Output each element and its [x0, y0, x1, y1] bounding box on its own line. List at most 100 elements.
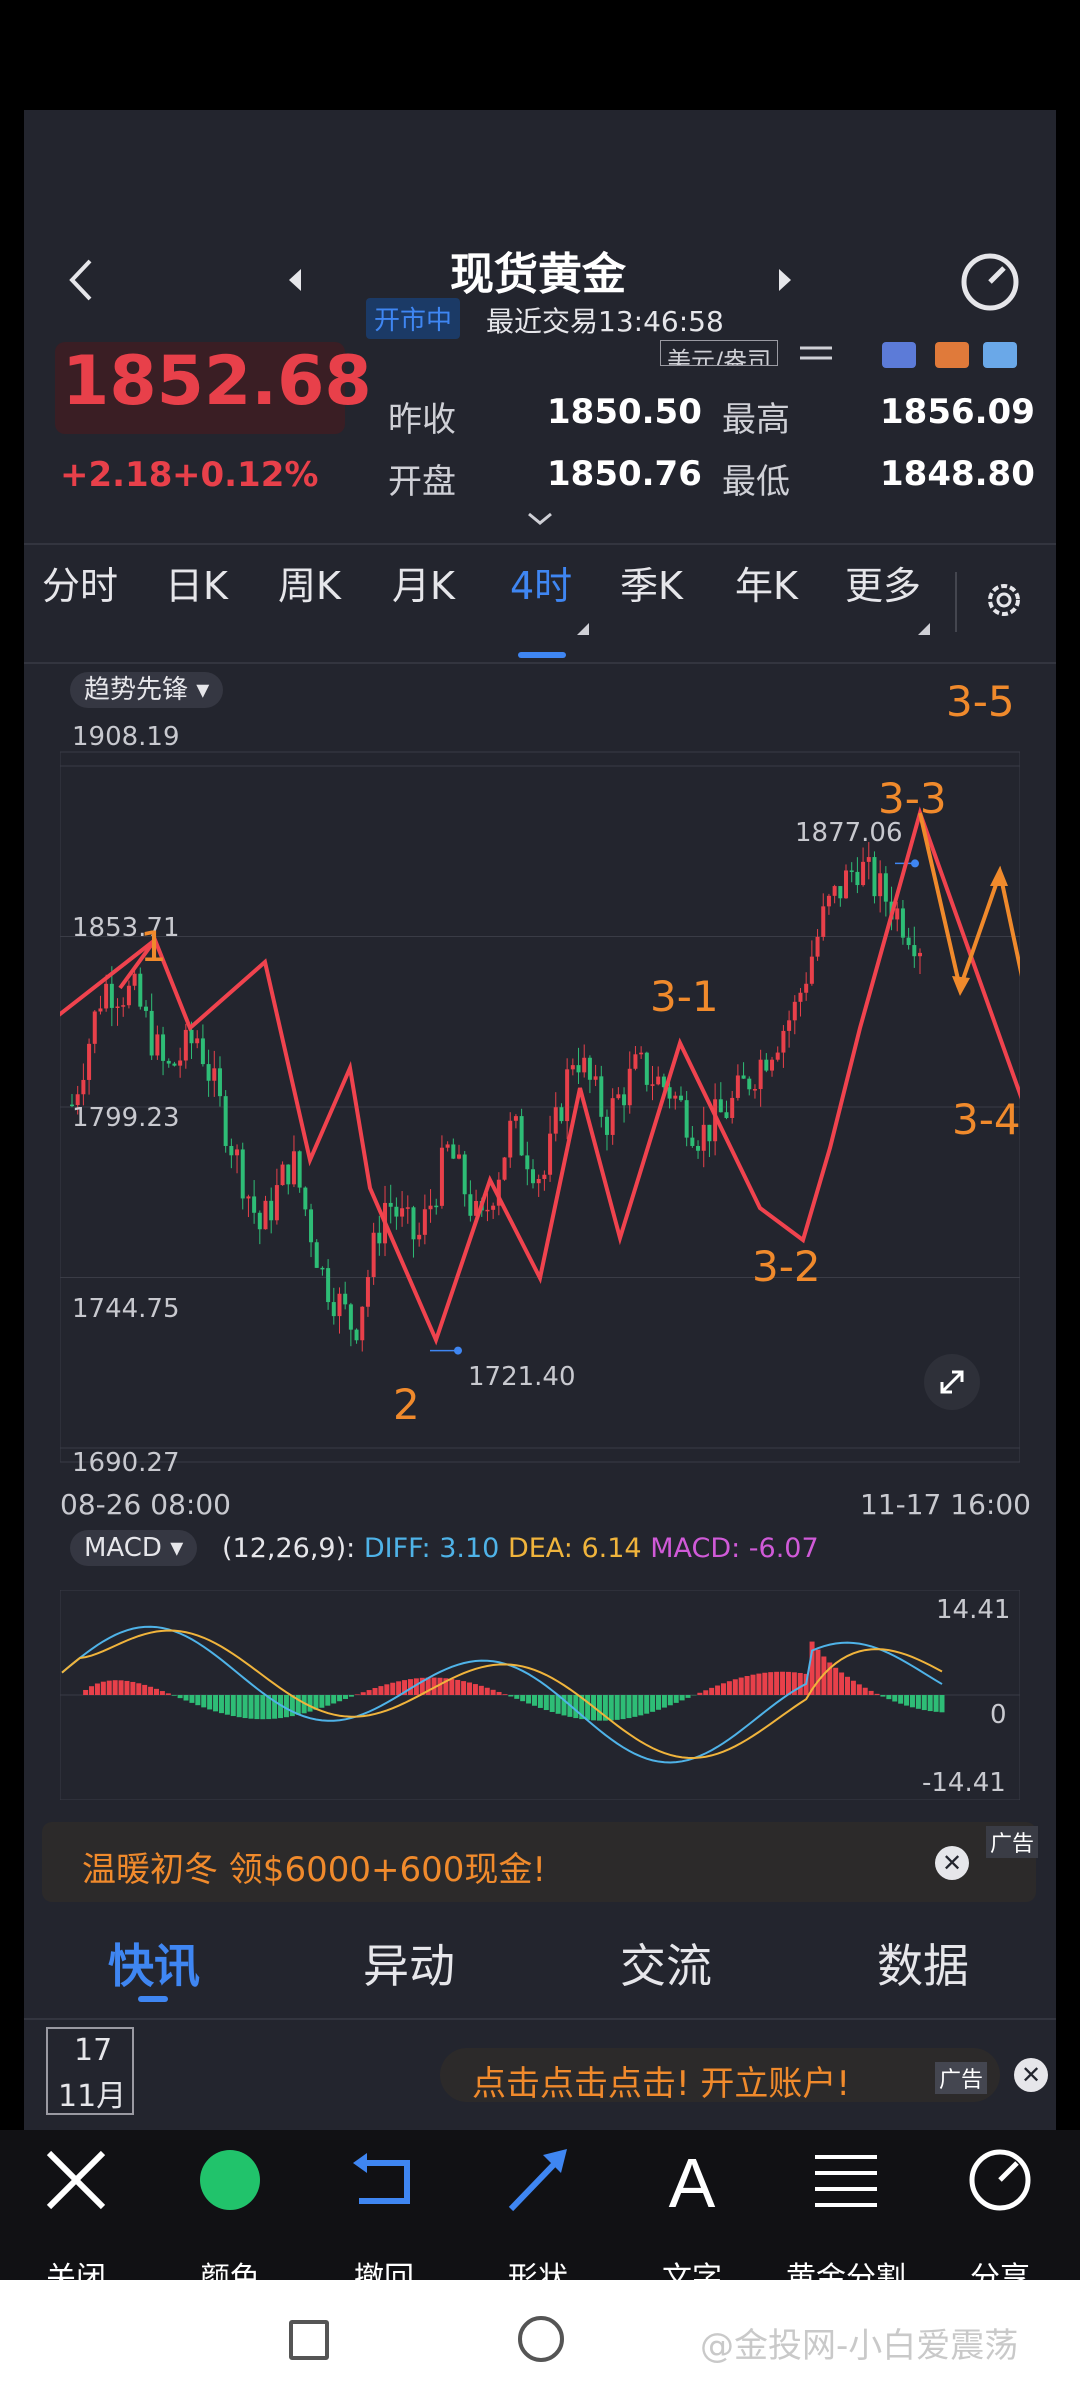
indicator-select[interactable]: 趋势先锋 ▾	[70, 672, 224, 708]
tab-news-community[interactable]: 交流	[620, 1930, 712, 1996]
macd-bar	[933, 1695, 939, 1712]
macd-bar	[467, 1682, 473, 1695]
macd-value: MACD: -6.07	[650, 1533, 819, 1564]
macd-bar	[780, 1671, 786, 1695]
candle-body	[149, 1010, 154, 1056]
candle-body	[861, 861, 866, 886]
candle-body	[849, 870, 854, 872]
trend-drawings	[60, 806, 1020, 1346]
candle-body	[337, 1293, 342, 1317]
wave-label: 3-2	[752, 1242, 821, 1291]
expand-quote-button[interactable]	[525, 510, 555, 528]
ad-close-button-2[interactable]: ✕	[1014, 2058, 1048, 2092]
back-button[interactable]	[62, 255, 102, 305]
macd-bar	[898, 1695, 904, 1704]
macd-bar	[638, 1695, 644, 1716]
tab-daily[interactable]: 日K	[165, 555, 228, 610]
unit-chip: 美元/盎司	[660, 340, 779, 366]
candle-body	[422, 1209, 427, 1235]
chart-settings-button[interactable]	[982, 578, 1026, 622]
candle-body	[844, 870, 849, 899]
last-trade-time: 最近交易13:46:58	[486, 305, 724, 338]
candle-body	[644, 1052, 649, 1085]
compare-icon[interactable]	[798, 342, 834, 364]
percent-icon[interactable]	[882, 342, 916, 368]
clock-icon[interactable]	[983, 342, 1017, 368]
home-button[interactable]	[518, 2316, 564, 2362]
tab-news-data[interactable]: 数据	[877, 1930, 969, 1996]
macd-bar	[130, 1681, 136, 1695]
candle-body	[126, 985, 131, 1006]
macd-bar	[461, 1681, 467, 1695]
candle-body	[115, 1006, 120, 1009]
tab-quarterly[interactable]: 季K	[620, 555, 683, 610]
ad-banner[interactable]: 温暖初冬 领$6000+600现金! ✕	[42, 1822, 1036, 1902]
candle-body	[770, 1059, 775, 1071]
open-value: 1850.76	[547, 454, 702, 494]
tab-monthly[interactable]: 月K	[392, 555, 455, 610]
x-start-label: 08-26 08:00	[60, 1488, 231, 1521]
candle-body	[872, 857, 877, 897]
prev-instrument-button[interactable]	[285, 265, 305, 295]
high-label: 最高	[722, 400, 790, 440]
candle-body	[542, 1174, 547, 1179]
candle-body	[331, 1302, 336, 1317]
candle-body	[320, 1267, 325, 1270]
wave-label: 3-4	[952, 1095, 1021, 1144]
macd-bar	[726, 1681, 732, 1695]
alert-icon[interactable]	[935, 342, 969, 368]
candle-body	[832, 886, 837, 896]
macd-bar	[390, 1682, 396, 1695]
candle-body	[895, 908, 900, 920]
y-tick-label: 1690.27	[72, 1448, 180, 1478]
macd-bar	[242, 1695, 248, 1719]
tab-more[interactable]: 更多	[845, 555, 921, 610]
macd-bar	[514, 1695, 520, 1699]
ad-banner-2[interactable]: 点击点击点击! 开立账户! 广告	[440, 2048, 1000, 2104]
macd-bar	[862, 1687, 868, 1695]
macd-bar	[325, 1695, 331, 1706]
macd-bar	[218, 1695, 224, 1714]
tab-news-flash[interactable]: 快讯	[108, 1930, 200, 1996]
wave-label: 3-5	[946, 677, 1015, 726]
next-instrument-button[interactable]	[775, 265, 795, 295]
recent-apps-button[interactable]	[289, 2320, 329, 2360]
macd-bar	[171, 1695, 177, 1696]
macd-bar	[939, 1695, 945, 1713]
macd-chart[interactable]	[60, 1590, 1020, 1800]
macd-bar	[195, 1695, 201, 1706]
macd-bar	[774, 1671, 780, 1695]
candle-body	[445, 1144, 450, 1148]
candle-body	[223, 1096, 228, 1146]
tab-news-movers[interactable]: 异动	[363, 1930, 455, 1996]
macd-bar	[384, 1684, 390, 1695]
candle-body	[212, 1068, 217, 1081]
candle-body	[576, 1065, 581, 1073]
macd-y-mid: 0	[990, 1700, 1007, 1730]
candle-body	[838, 886, 843, 899]
macd-bar	[207, 1695, 213, 1710]
tab-yearly[interactable]: 年K	[735, 555, 798, 610]
fullscreen-button[interactable]	[924, 1354, 980, 1410]
macd-select[interactable]: MACD ▾	[70, 1530, 198, 1566]
candle-body	[775, 1052, 780, 1060]
candle-body	[513, 1116, 518, 1121]
app-root: 现货黄金 开市中 最近交易13:46:58 1852.68 美元/盎司 +2.1…	[0, 0, 1080, 2400]
candle-body	[565, 1069, 570, 1122]
candle-body	[616, 1094, 621, 1099]
ad-close-button[interactable]: ✕	[935, 1846, 969, 1880]
macd-bar	[502, 1694, 508, 1695]
refresh-button[interactable]	[958, 250, 1022, 314]
candle-body	[240, 1149, 245, 1199]
candle-body	[787, 1020, 792, 1031]
candle-body	[155, 1034, 160, 1056]
macd-bar	[106, 1680, 112, 1695]
macd-bar	[177, 1695, 183, 1699]
candle-body	[468, 1194, 473, 1216]
tab-fenshi[interactable]: 分时	[42, 555, 118, 610]
tab-4h[interactable]: 4时	[510, 555, 572, 610]
current-price: 1852.68	[62, 342, 372, 421]
candle-body	[235, 1149, 240, 1156]
tab-weekly[interactable]: 周K	[278, 555, 341, 610]
wave-label: 3-1	[650, 972, 719, 1021]
